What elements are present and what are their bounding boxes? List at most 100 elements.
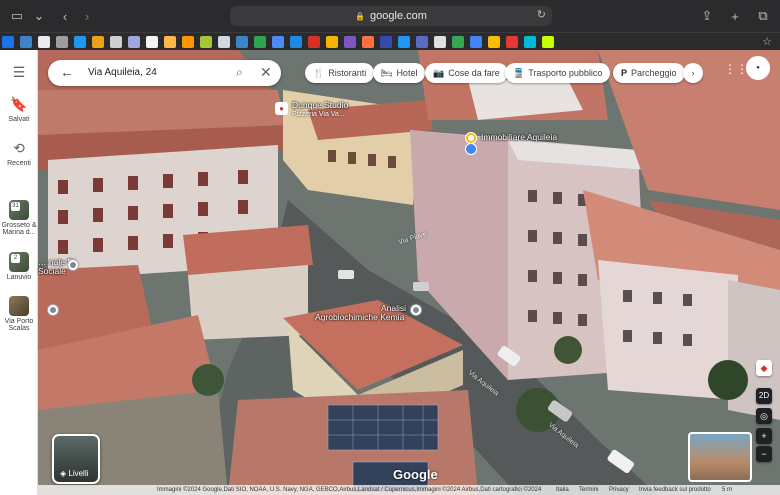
- bookmark-favicon-icon[interactable]: [362, 35, 374, 48]
- recent-place-lanuvio[interactable]: 2 Lanuvio: [0, 252, 38, 281]
- back-arrow-icon[interactable]: ←: [60, 64, 74, 80]
- place-label-analisi-2: Agrobiochimiche Kemia: [315, 312, 405, 322]
- avatar[interactable]: ●: [746, 56, 770, 80]
- chevron-down-icon[interactable]: ⌄: [28, 5, 50, 27]
- saved-label: Salvati: [8, 116, 30, 123]
- place-pin-icon[interactable]: [47, 304, 59, 316]
- search-input[interactable]: Via Aquileia, 24: [88, 67, 157, 78]
- address-bar[interactable]: 🔒 google.com ↻: [230, 6, 552, 26]
- bookmark-favicon-icon[interactable]: [470, 35, 482, 48]
- search-icon[interactable]: ⌕: [236, 65, 243, 80]
- history-icon: ⟲: [13, 140, 25, 156]
- location-pin-icon[interactable]: [465, 143, 477, 155]
- street-view-thumbnail[interactable]: [688, 432, 752, 482]
- saved-button[interactable]: 🔖 Salvati: [0, 96, 38, 123]
- place-pin-icon[interactable]: [67, 259, 79, 271]
- tab-overview-icon[interactable]: ⧉: [752, 5, 774, 27]
- bookmark-favicon-icon[interactable]: [542, 35, 554, 48]
- place-thumbnail: [9, 296, 29, 316]
- bookmark-favicon-icon[interactable]: [92, 35, 104, 48]
- bookmark-favicon-icon[interactable]: [344, 35, 356, 48]
- privacy-link[interactable]: Privacy: [609, 485, 629, 495]
- zoom-in-button[interactable]: +: [756, 428, 772, 444]
- recent-place-label: Lanuvio: [6, 274, 32, 281]
- 2d-toggle-button[interactable]: 2D: [756, 388, 772, 404]
- reload-icon[interactable]: ↻: [537, 8, 546, 21]
- chip-label: Parcheggio: [631, 68, 677, 78]
- chip-parking[interactable]: P Parcheggio: [613, 63, 685, 83]
- recent-place-via-porto[interactable]: Via Porto Scalas: [0, 296, 38, 332]
- chip-hotel[interactable]: 🛏 Hotel: [373, 63, 426, 83]
- bookmark-favicon-icon[interactable]: [200, 35, 212, 48]
- search-box[interactable]: ← Via Aquileia, 24 ⌕ ✕: [48, 60, 281, 86]
- bed-icon: 🛏: [381, 67, 393, 78]
- zoom-out-button[interactable]: −: [756, 446, 772, 462]
- bookmark-favicon-icon[interactable]: [110, 35, 122, 48]
- new-tab-icon[interactable]: +: [724, 5, 746, 27]
- forward-icon[interactable]: ›: [76, 5, 98, 27]
- place-label-sociale-2: Sociale: [38, 266, 66, 276]
- bookmark-favicon-icon[interactable]: [380, 35, 392, 48]
- bookmark-favicon-icon[interactable]: [308, 35, 320, 48]
- place-label-immobiliare[interactable]: Immobiliare Aquileia: [481, 132, 557, 142]
- parking-icon: P: [621, 68, 628, 78]
- chip-things-to-do[interactable]: 📷 Cose da fare: [425, 63, 508, 83]
- bookmark-favicon-icon[interactable]: [146, 35, 158, 48]
- place-thumbnail: 2: [9, 252, 29, 272]
- my-location-icon[interactable]: ◎: [756, 408, 772, 424]
- satellite-imagery: [38, 50, 780, 495]
- bookmark-favicon-icon[interactable]: [236, 35, 248, 48]
- bookmark-favicon-icon[interactable]: [398, 35, 410, 48]
- bookmark-favicon-icon[interactable]: [290, 35, 302, 48]
- bookmark-favicon-icon[interactable]: [272, 35, 284, 48]
- bookmark-favicon-icon[interactable]: [506, 35, 518, 48]
- terms-link[interactable]: Termini: [579, 485, 598, 495]
- bookmark-favicon-icon[interactable]: [56, 35, 68, 48]
- bookmark-favicon-icon[interactable]: [20, 35, 32, 48]
- share-icon[interactable]: ⇪: [696, 5, 718, 27]
- train-icon: 🚆: [513, 67, 525, 78]
- chevron-right-icon: ›: [691, 68, 695, 78]
- bookmark-favicon-icon[interactable]: [164, 35, 176, 48]
- attribution-text: Immagini ©2024 Google,Dati SIO, NOAA, U.…: [157, 487, 542, 493]
- recent-button[interactable]: ⟲ Recenti: [0, 140, 38, 167]
- bookmark-favicon-icon[interactable]: [524, 35, 536, 48]
- bookmarks-bar: ☆: [0, 32, 780, 50]
- layers-button[interactable]: ◈ Livelli: [52, 434, 100, 484]
- star-icon[interactable]: ☆: [762, 35, 772, 48]
- chip-restaurants[interactable]: 🍴 Ristoranti: [305, 63, 375, 83]
- place-count-badge: 31: [11, 202, 20, 211]
- apps-grid-icon[interactable]: ⋮⋮: [724, 62, 748, 78]
- google-logo: Google: [393, 467, 438, 482]
- bookmark-favicon-icon[interactable]: [182, 35, 194, 48]
- place-pin-icon[interactable]: [410, 304, 422, 316]
- clear-icon[interactable]: ✕: [260, 64, 272, 81]
- place-thumbnail: 31: [9, 200, 29, 220]
- place-sublabel-dunque: Pizzeria Via Va...: [292, 111, 345, 118]
- sidebar-icon[interactable]: ▭: [6, 5, 28, 27]
- menu-button[interactable]: ☰: [0, 64, 38, 84]
- bookmark-favicon-icon[interactable]: [452, 35, 464, 48]
- bookmark-favicon-icon[interactable]: [254, 35, 266, 48]
- chips-next-button[interactable]: ›: [683, 63, 703, 83]
- chip-label: Cose da fare: [448, 68, 500, 78]
- bookmark-favicon-icon[interactable]: [416, 35, 428, 48]
- country-link[interactable]: Italia: [556, 485, 569, 495]
- bookmark-favicon-icon[interactable]: [326, 35, 338, 48]
- bookmark-favicon-icon[interactable]: [488, 35, 500, 48]
- place-label-dunque[interactable]: Dunque Studio: [292, 100, 348, 110]
- bookmark-favicon-icon[interactable]: [434, 35, 446, 48]
- bookmark-favicon-icon[interactable]: [2, 35, 14, 48]
- chip-public-transport[interactable]: 🚆 Trasporto pubblico: [505, 63, 611, 83]
- recent-place-label: Via Porto Scalas: [4, 318, 34, 332]
- compass-icon[interactable]: ◆: [756, 360, 772, 376]
- recent-place-grosseto[interactable]: 31 Grosseto & Marina d...: [0, 200, 38, 236]
- map-canvas[interactable]: [38, 50, 780, 495]
- back-icon[interactable]: ‹: [54, 5, 76, 27]
- bookmark-favicon-icon[interactable]: [218, 35, 230, 48]
- bookmark-favicon-icon[interactable]: [128, 35, 140, 48]
- feedback-link[interactable]: Invia feedback sul prodotto: [639, 485, 711, 495]
- bookmark-favicon-icon[interactable]: [38, 35, 50, 48]
- restaurant-pin-icon[interactable]: ●: [275, 102, 288, 115]
- bookmark-favicon-icon[interactable]: [74, 35, 86, 48]
